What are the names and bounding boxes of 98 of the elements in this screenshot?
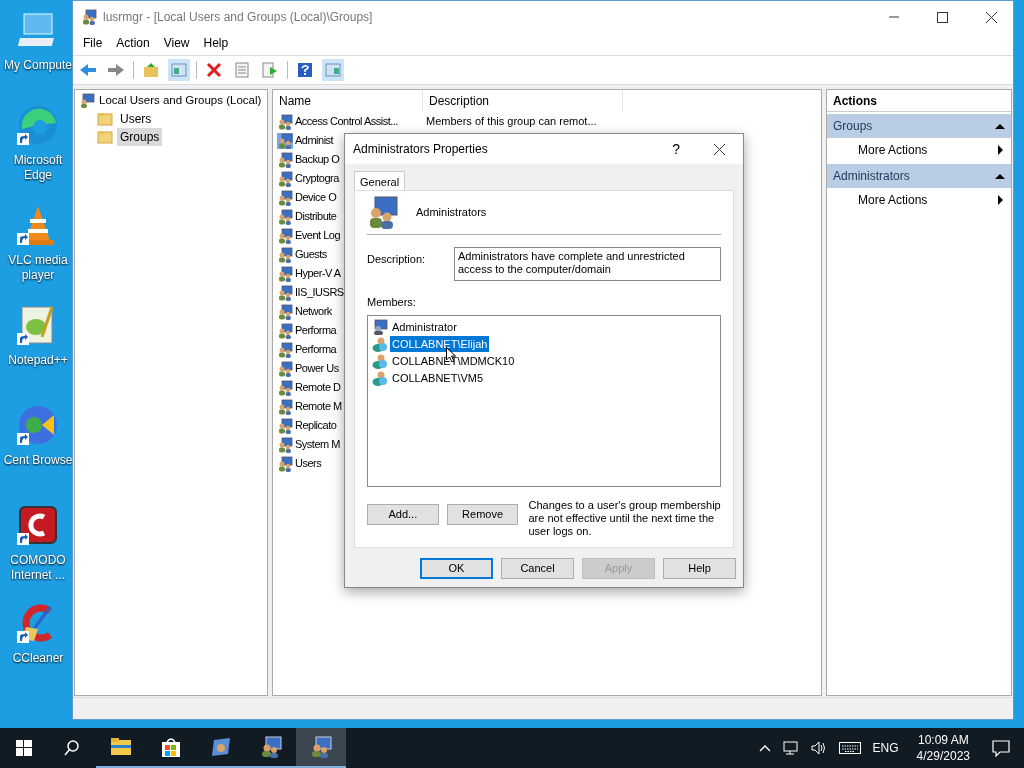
- keyboard-icon[interactable]: [838, 740, 861, 756]
- help-button[interactable]: ?: [672, 138, 680, 160]
- table-cell-text: Users: [295, 456, 322, 472]
- users-icon: [260, 736, 282, 758]
- menu-item[interactable]: File: [77, 34, 109, 52]
- group-icon: [81, 9, 97, 25]
- section-title: Administrators: [833, 168, 910, 185]
- tree-item[interactable]: Local Users and Groups (Local): [98, 92, 263, 110]
- table-cell-text: Access Control Assist...: [295, 114, 398, 130]
- close-icon: [986, 11, 997, 23]
- group-name: Administrators: [416, 205, 487, 221]
- table-cell-text: Performa: [295, 342, 337, 358]
- member-item[interactable]: COLLABNET\VM5: [390, 369, 486, 387]
- tree-item[interactable]: Users: [117, 110, 155, 128]
- clock-time: 10:09 AM: [917, 732, 969, 748]
- table-cell-text: Replicato: [295, 418, 337, 434]
- search-icon[interactable]: [64, 740, 80, 756]
- dialog-button[interactable]: Add...: [367, 503, 439, 525]
- dialog-title: Administrators Properties: [353, 141, 489, 158]
- maximize-icon: [937, 11, 948, 23]
- member-item[interactable]: Administrator: [390, 318, 459, 336]
- member-item[interactable]: COLLABNET\Elijah: [390, 335, 490, 353]
- dialog-button[interactable]: OK: [420, 558, 493, 579]
- computer-users-icon: [79, 93, 95, 109]
- submenu-arrow-icon: [998, 195, 1003, 205]
- members-list[interactable]: Administrator COLLABNET\Elijah COLLABNET\MDMCK10 COLLABNET\VM5: [367, 314, 721, 487]
- table-cell-text: Distribute: [295, 209, 337, 225]
- table-cell-text: Hyper-V A: [295, 266, 341, 282]
- table-cell-text: System M: [295, 437, 340, 453]
- action-label: More Actions: [858, 192, 928, 209]
- table-cell-text: Power Us: [295, 361, 339, 377]
- table-cell-text: IIS_IUSRS: [295, 285, 344, 301]
- table-cell-text: Network: [295, 304, 332, 320]
- table-cell-text: Device O: [295, 190, 337, 206]
- table-cell-text: Remote D: [295, 380, 341, 396]
- section-header[interactable]: Groups: [827, 114, 1011, 138]
- store-icon: [160, 736, 182, 758]
- pane-title: Actions: [827, 90, 1011, 112]
- collapse-icon: [995, 122, 1005, 130]
- start-icon[interactable]: [16, 740, 32, 756]
- clock[interactable]: 10:09 AM 4/29/2023: [908, 732, 978, 764]
- submenu-arrow-icon: [998, 145, 1003, 155]
- action-item[interactable]: More Actions: [827, 138, 1011, 162]
- table-cell-text: Performa: [295, 323, 337, 339]
- dialog-button[interactable]: Cancel: [501, 558, 574, 579]
- note-text: Changes to a user's group membership are not effective until the next time the user logs on.: [528, 498, 721, 538]
- network-icon[interactable]: [782, 740, 799, 756]
- section-header[interactable]: Administrators: [827, 164, 1011, 188]
- export-icon: [262, 62, 278, 78]
- menu-item[interactable]: Help: [197, 34, 235, 52]
- app-shortcut-icon[interactable]: [16, 503, 60, 547]
- properties-icon: [234, 62, 250, 78]
- dialog-button[interactable]: Help: [663, 558, 736, 579]
- table-cell-text: Remote M: [295, 399, 342, 415]
- member-item[interactable]: COLLABNET\MDMCK10: [390, 352, 517, 370]
- chevron-up-icon[interactable]: [758, 743, 771, 753]
- folder-icon: [110, 736, 132, 758]
- users-icon: [310, 736, 332, 758]
- panel-icon: [171, 62, 187, 78]
- folder-icon: [97, 111, 113, 127]
- section-title: Groups: [833, 118, 873, 135]
- column-header[interactable]: Description: [423, 90, 623, 112]
- column-header[interactable]: Name: [273, 90, 423, 112]
- menu-item[interactable]: Action: [110, 34, 156, 52]
- notifications-icon[interactable]: [992, 739, 1010, 757]
- table-cell-text: Guests: [295, 247, 327, 263]
- table-cell-text: Event Log: [295, 228, 341, 244]
- table-cell-text: Members of this group can remot...: [425, 114, 597, 130]
- back-arrow-icon: [80, 62, 96, 78]
- description-field[interactable]: Administrators have complete and unrestricted access to the computer/domain: [454, 247, 721, 281]
- table-cell-text: Backup O: [295, 152, 340, 168]
- computer-user-icon: [372, 319, 388, 335]
- user-icon: [372, 353, 388, 369]
- user-icon: [372, 336, 388, 352]
- tree-item[interactable]: Groups: [117, 128, 163, 146]
- window-title: lusrmgr - [Local Users and Groups (Local)\Groups]: [103, 9, 373, 26]
- tab[interactable]: General: [354, 171, 406, 192]
- up-folder-icon: [143, 62, 159, 78]
- user-icon: [372, 370, 388, 386]
- group-icon: [367, 195, 399, 230]
- collapse-icon: [995, 172, 1005, 180]
- action-pane-icon: [325, 62, 341, 78]
- table-cell-text: Administ: [295, 133, 334, 149]
- menu-item[interactable]: View: [157, 34, 196, 52]
- action-item[interactable]: More Actions: [827, 188, 1011, 212]
- field-label: Description:: [367, 252, 427, 267]
- close-icon: [714, 143, 725, 155]
- language-indicator[interactable]: ENG: [866, 739, 905, 757]
- clock-date: 4/29/2023: [916, 748, 970, 764]
- volume-icon[interactable]: [810, 740, 827, 756]
- delete-icon: [206, 62, 222, 78]
- dialog-button[interactable]: Remove: [446, 503, 519, 525]
- forward-arrow-icon: [108, 62, 124, 78]
- table-cell-text: Cryptogra: [295, 171, 339, 187]
- help-icon: [297, 62, 313, 78]
- folder-icon: [97, 129, 113, 145]
- action-label: More Actions: [858, 142, 928, 159]
- field-label: Members:: [367, 295, 417, 310]
